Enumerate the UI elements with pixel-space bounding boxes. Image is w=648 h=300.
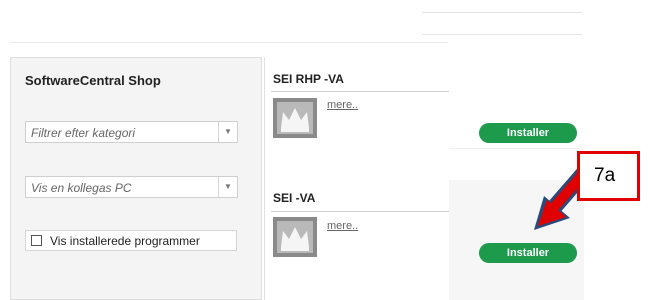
- install-button[interactable]: Installer: [479, 123, 577, 143]
- chevron-down-icon[interactable]: ▼: [218, 122, 237, 142]
- right-row-line-1: [448, 148, 578, 149]
- product-divider: [271, 91, 449, 92]
- product-divider: [271, 211, 449, 212]
- top-divider-2: [422, 34, 582, 35]
- annotation-callout-label: 7a: [594, 165, 616, 186]
- top-divider-3: [10, 42, 450, 43]
- show-installed-toggle[interactable]: Vis installerede programmer: [25, 230, 237, 251]
- colleague-pc-placeholder: Vis en kollegas PC: [31, 181, 132, 195]
- more-link[interactable]: mere..: [327, 99, 358, 111]
- shop-title: SoftwareCentral Shop: [25, 73, 161, 88]
- show-installed-label: Vis installerede programmer: [50, 234, 200, 248]
- product-name: SEI -VA: [273, 191, 316, 205]
- top-divider-1: [422, 12, 582, 13]
- product-list: [264, 57, 449, 300]
- category-filter-dropdown[interactable]: Filtrer efter kategori ▼: [25, 121, 238, 143]
- category-filter-placeholder: Filtrer efter kategori: [31, 126, 136, 140]
- app-thumbnail-icon: [273, 217, 317, 257]
- annotation-callout: 7a: [577, 151, 640, 201]
- product-name: SEI RHP -VA: [273, 72, 344, 86]
- colleague-pc-dropdown[interactable]: Vis en kollegas PC ▼: [25, 176, 238, 198]
- chevron-down-icon[interactable]: ▼: [218, 177, 237, 197]
- show-installed-checkbox[interactable]: [31, 235, 42, 246]
- more-link[interactable]: mere..: [327, 220, 358, 232]
- app-thumbnail-icon: [273, 98, 317, 138]
